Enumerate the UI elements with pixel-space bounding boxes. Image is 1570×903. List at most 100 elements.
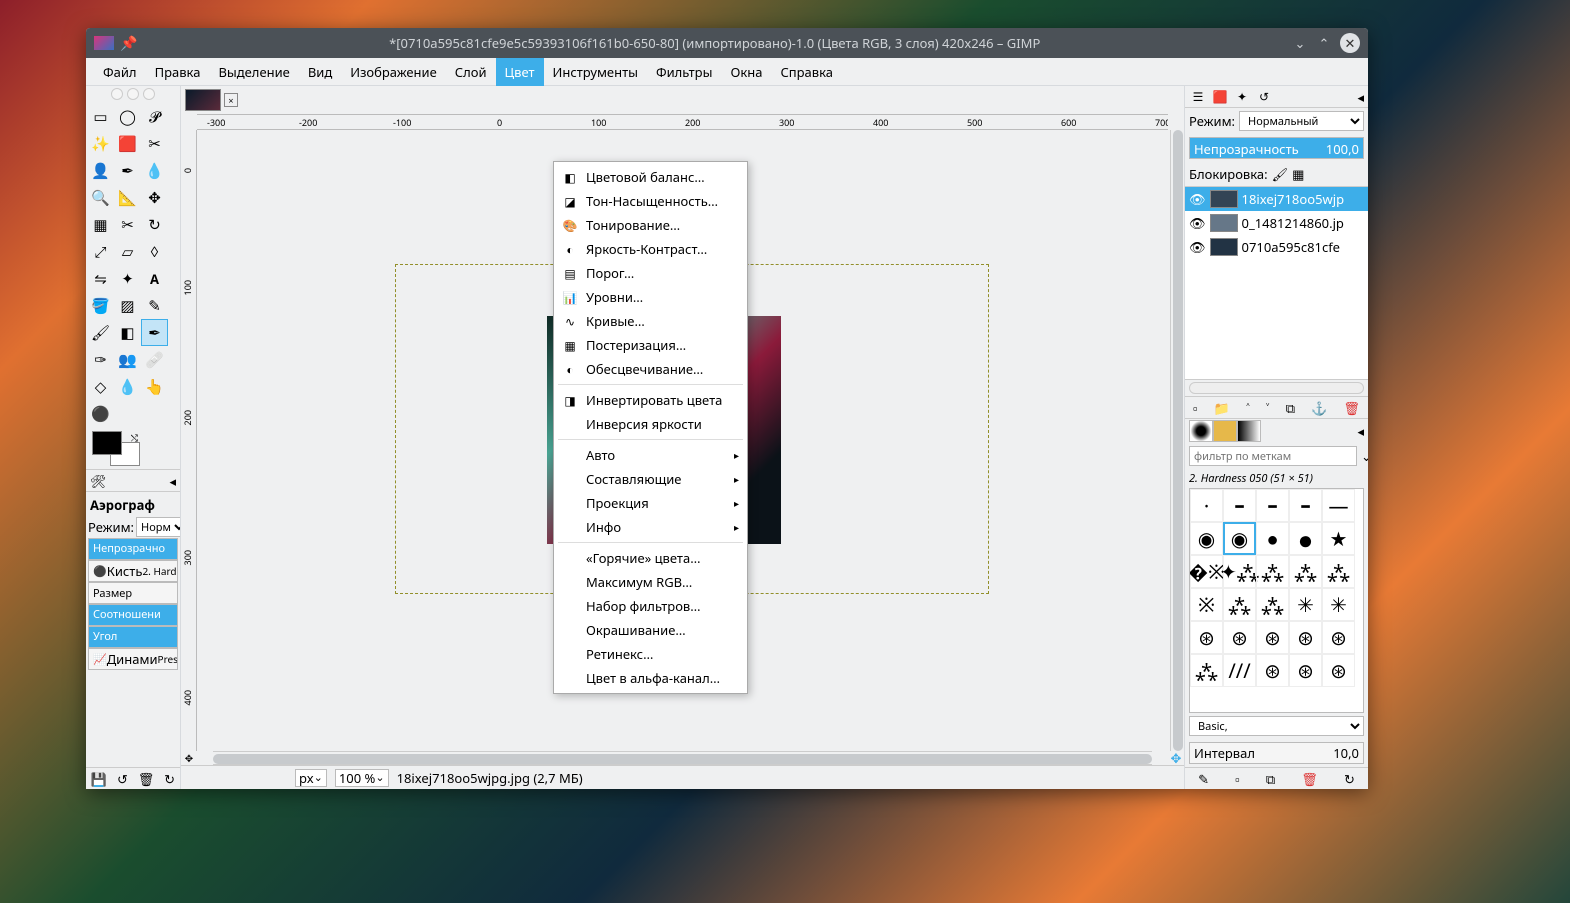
brush-item[interactable]: ⊛	[1190, 621, 1223, 654]
tool-ink[interactable]: ✑	[87, 346, 114, 373]
layer-row[interactable]: 👁18ixej718oo5wjp	[1185, 187, 1368, 211]
layers-tab-icon[interactable]: ☰	[1189, 88, 1207, 106]
edit-brush-icon[interactable]: ✎	[1198, 770, 1209, 788]
tool-pencil[interactable]: ✎	[141, 292, 168, 319]
tool-color-picker[interactable]: 💧	[141, 157, 168, 184]
brush-item[interactable]: ━	[1223, 489, 1256, 522]
patterns-tab-icon[interactable]	[1213, 420, 1237, 442]
tool-text[interactable]: A	[141, 265, 168, 292]
layer-group-icon[interactable]: 📁	[1214, 399, 1230, 417]
status-zoom[interactable]: 100 % ⌄	[335, 769, 389, 787]
undo-tab-icon[interactable]: ↺	[1255, 88, 1273, 106]
menu-tools[interactable]: Инструменты	[544, 58, 647, 86]
nav-icon[interactable]: ✥	[1168, 751, 1184, 765]
toolopts-angle[interactable]: Угол	[88, 626, 178, 648]
tool-blend[interactable]: ▨	[114, 292, 141, 319]
swap-colors-icon[interactable]: ⤭	[131, 431, 138, 444]
color-swatches[interactable]: ⤭	[92, 431, 140, 466]
tool-move[interactable]: ✥	[141, 184, 168, 211]
colors-menu-item[interactable]: Окрашивание…	[554, 618, 747, 642]
layer-mode-select[interactable]: Нормальный	[1239, 111, 1364, 131]
menu-layer[interactable]: Слой	[446, 58, 496, 86]
brush-item[interactable]: ⊛	[1322, 654, 1355, 687]
brush-item[interactable]: ⁂	[1322, 555, 1355, 588]
new-brush-icon[interactable]: ▫	[1235, 770, 1240, 788]
tool-smudge[interactable]: 👆	[141, 373, 168, 400]
toolopts-tab-icon[interactable]: 🛠	[90, 472, 107, 490]
tool-crop[interactable]: ✂	[114, 211, 141, 238]
menu-help[interactable]: Справка	[771, 58, 842, 86]
colors-menu-item[interactable]: ◧Цветовой баланс…	[554, 165, 747, 189]
brush-item[interactable]: ⊛	[1223, 621, 1256, 654]
layer-row[interactable]: 👁0_1481214860.jp	[1185, 211, 1368, 235]
colors-menu-item[interactable]: Инфо▸	[554, 515, 747, 539]
maximize-button[interactable]: ⌃	[1316, 35, 1332, 51]
tool-paths[interactable]: ✒	[114, 157, 141, 184]
tool-clone[interactable]: 👥	[114, 346, 141, 373]
brush-item[interactable]: ★	[1322, 522, 1355, 555]
colors-menu-item[interactable]: ◨Инвертировать цвета	[554, 388, 747, 412]
colors-menu-item[interactable]: Максимум RGB…	[554, 570, 747, 594]
brush-item[interactable]: ⁂	[1223, 588, 1256, 621]
brush-item[interactable]: ✳	[1289, 588, 1322, 621]
brush-item[interactable]: ///	[1223, 654, 1256, 687]
colors-menu-item[interactable]: Инверсия яркости	[554, 412, 747, 436]
layer-opacity-slider[interactable]: Непрозрачность 100,0	[1189, 137, 1364, 159]
menu-edit[interactable]: Правка	[146, 58, 210, 86]
eye-icon[interactable]: 👁	[1189, 190, 1206, 208]
tool-free-select[interactable]: 𝓟	[141, 103, 168, 130]
brush-item[interactable]: ⁂	[1256, 555, 1289, 588]
brush-item[interactable]: �※	[1190, 555, 1223, 588]
colors-menu-item[interactable]: Цвет в альфа-канал…	[554, 666, 747, 690]
tool-scale[interactable]: ⤢	[87, 238, 114, 265]
brush-item[interactable]: ※	[1190, 588, 1223, 621]
tool-heal[interactable]: 🩹	[141, 346, 168, 373]
tool-flip[interactable]: ⇋	[87, 265, 114, 292]
colors-menu-item[interactable]: Набор фильтров…	[554, 594, 747, 618]
colors-menu-item[interactable]: Ретинекс…	[554, 642, 747, 666]
colors-menu-item[interactable]: ▤Порог…	[554, 261, 747, 285]
brush-filter-input[interactable]	[1189, 446, 1357, 466]
menu-image[interactable]: Изображение	[341, 58, 446, 86]
tool-cage[interactable]: ✦	[114, 265, 141, 292]
tool-rotate[interactable]: ↻	[141, 211, 168, 238]
restore-preset-icon[interactable]: ↺	[117, 770, 128, 788]
vertical-scrollbar[interactable]	[1170, 130, 1184, 751]
toolopts-opacity[interactable]: Непрозрачно	[88, 538, 178, 560]
tool-align[interactable]: ▦	[87, 211, 114, 238]
brush-item[interactable]: ⁂	[1190, 654, 1223, 687]
layer-down-icon[interactable]: ˅	[1266, 399, 1270, 417]
reset-preset-icon[interactable]: ↻	[164, 770, 175, 788]
horizontal-scrollbar[interactable]	[213, 751, 1152, 765]
tool-ellipse-select[interactable]: ◯	[114, 103, 141, 130]
fg-color[interactable]	[92, 431, 122, 455]
layer-hscroll[interactable]	[1189, 382, 1364, 394]
tool-foreground[interactable]: 👤	[87, 157, 114, 184]
save-preset-icon[interactable]: 💾	[91, 770, 107, 788]
colors-menu-item[interactable]: ∿Кривые…	[554, 309, 747, 333]
brush-item[interactable]: ━	[1256, 489, 1289, 522]
menu-file[interactable]: Файл	[94, 58, 146, 86]
tool-fuzzy-select[interactable]: ✨	[87, 130, 114, 157]
tool-dodge[interactable]: ⚫	[87, 400, 114, 427]
brush-item[interactable]: ✳	[1322, 588, 1355, 621]
ruler-vertical[interactable]: 0 100 200 300 400	[181, 130, 197, 751]
tool-measure[interactable]: 📐	[114, 184, 141, 211]
toolopts-menu-icon[interactable]: ◂	[169, 472, 176, 490]
eye-icon[interactable]: 👁	[1189, 214, 1206, 232]
colors-menu-item[interactable]: 🎨Тонирование…	[554, 213, 747, 237]
brush-panel-menu-icon[interactable]: ◂	[1357, 422, 1364, 440]
toolopts-dynamics[interactable]: 📈 Динами Pressur	[88, 648, 178, 670]
duplicate-layer-icon[interactable]: ⧉	[1286, 399, 1295, 417]
brush-item[interactable]: ⊛	[1322, 621, 1355, 654]
colors-menu-item[interactable]: Авто▸	[554, 443, 747, 467]
menu-select[interactable]: Выделение	[209, 58, 298, 86]
canvas[interactable]: ◧Цветовой баланс…◪Тон-Насыщенность…🎨Тони…	[197, 130, 1170, 751]
brush-item[interactable]: ·	[1190, 489, 1223, 522]
brush-item[interactable]: ⁂	[1256, 588, 1289, 621]
anchor-layer-icon[interactable]: ⚓	[1311, 399, 1327, 417]
tool-bucket[interactable]: 🪣	[87, 292, 114, 319]
brush-item[interactable]: ●	[1289, 522, 1322, 555]
panel-menu-icon[interactable]: ◂	[1357, 88, 1364, 106]
toolopts-ratio[interactable]: Соотношени	[88, 604, 178, 626]
